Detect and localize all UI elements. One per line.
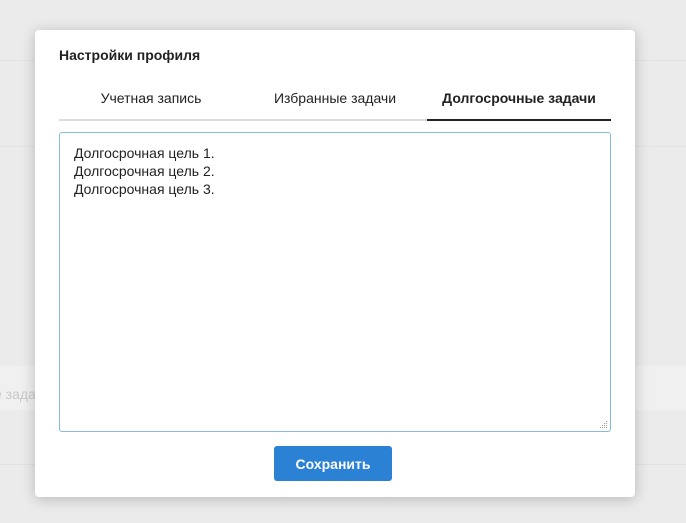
tab-account[interactable]: Учетная запись: [59, 86, 243, 119]
save-button[interactable]: Сохранить: [274, 446, 392, 481]
tab-bar: Учетная запись Избранные задачи Долгосро…: [59, 86, 611, 121]
background-text: е зада: [0, 386, 36, 402]
long-term-goals-editor: Долгосрочная цель 1. Долгосрочная цель 2…: [59, 132, 611, 432]
long-term-goals-textarea[interactable]: Долгосрочная цель 1. Долгосрочная цель 2…: [60, 133, 610, 431]
tab-favorite-tasks[interactable]: Избранные задачи: [243, 86, 427, 119]
dialog-title: Настройки профиля: [59, 47, 201, 63]
profile-settings-dialog: Настройки профиля Учетная запись Избранн…: [35, 30, 635, 497]
tab-long-term-tasks[interactable]: Долгосрочные задачи: [427, 86, 611, 121]
resize-handle-icon[interactable]: [600, 421, 608, 429]
